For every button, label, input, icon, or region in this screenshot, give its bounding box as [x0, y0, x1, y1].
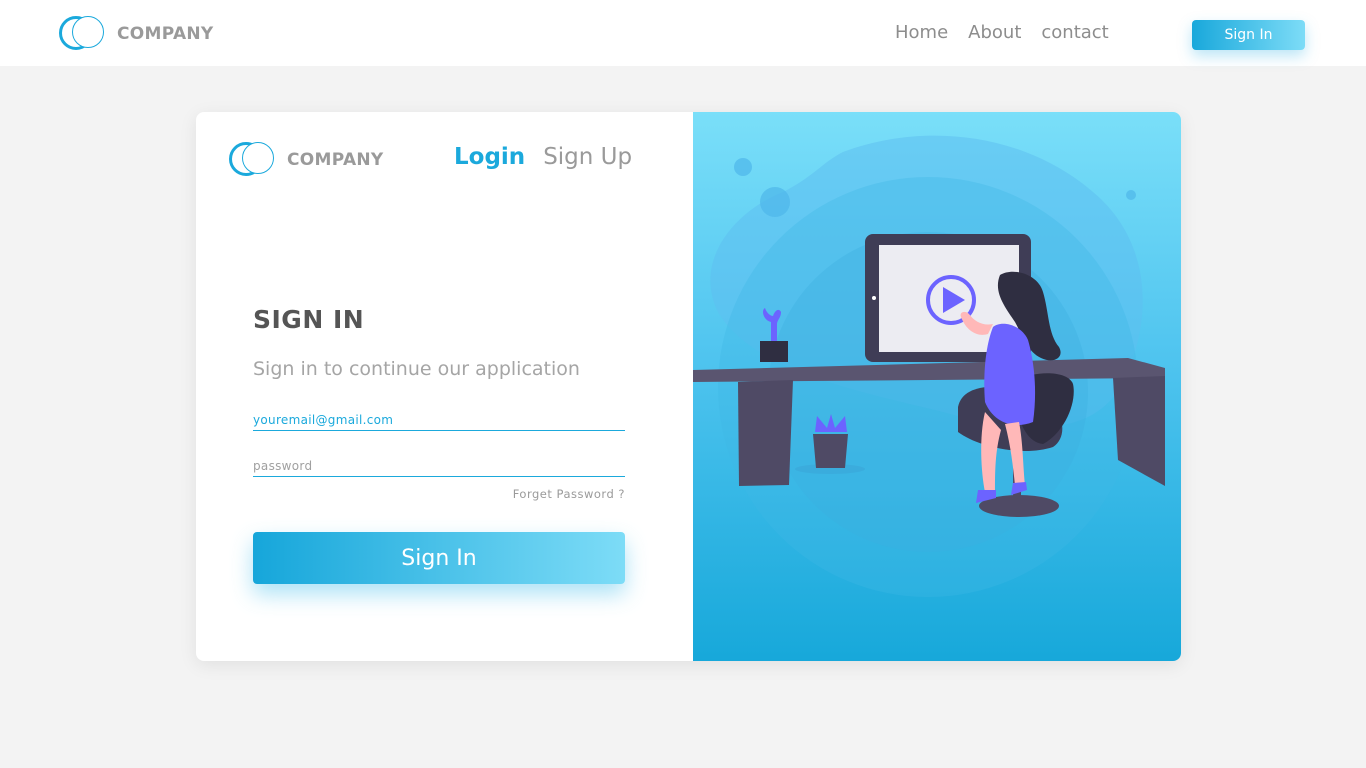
form-subtitle: Sign in to continue our application	[253, 358, 580, 380]
logo-rings-icon	[59, 16, 105, 52]
main-nav: Home About contact	[895, 22, 1129, 43]
tab-login[interactable]: Login	[454, 144, 525, 170]
bubble-dot	[1126, 190, 1136, 200]
nav-home-link[interactable]: Home	[895, 22, 948, 43]
illustration-panel	[693, 112, 1181, 661]
password-field[interactable]	[253, 455, 625, 477]
email-field[interactable]	[253, 409, 625, 431]
auth-tabs: Login Sign Up	[454, 144, 632, 170]
floor-plant-pot	[813, 434, 848, 468]
desk-leg-left	[738, 380, 793, 486]
workspace-illustration	[693, 135, 1165, 597]
cactus-pot	[760, 341, 788, 362]
nav-contact-link[interactable]: contact	[1041, 22, 1108, 43]
signin-submit-button[interactable]: Sign In	[253, 532, 625, 584]
bubble-dot	[734, 158, 752, 176]
forgot-password-link[interactable]: Forget Password ?	[513, 487, 625, 501]
login-card: COMPANY Login Sign Up SIGN IN Sign in to…	[196, 112, 1181, 661]
card-company-logo: COMPANY	[229, 142, 384, 178]
company-logo[interactable]: COMPANY	[59, 16, 214, 52]
header-signin-button[interactable]: Sign In	[1192, 20, 1305, 50]
bubble-dot	[760, 187, 790, 217]
woman-figure-body	[984, 323, 1036, 426]
logo-text: COMPANY	[117, 24, 214, 44]
top-navbar: COMPANY Home About contact Sign In	[0, 0, 1366, 66]
logo-text: COMPANY	[287, 150, 384, 170]
form-title: SIGN IN	[253, 305, 365, 334]
monitor-camera	[872, 296, 876, 300]
tab-signup[interactable]: Sign Up	[543, 144, 632, 170]
logo-rings-icon	[229, 142, 275, 178]
nav-about-link[interactable]: About	[968, 22, 1021, 43]
